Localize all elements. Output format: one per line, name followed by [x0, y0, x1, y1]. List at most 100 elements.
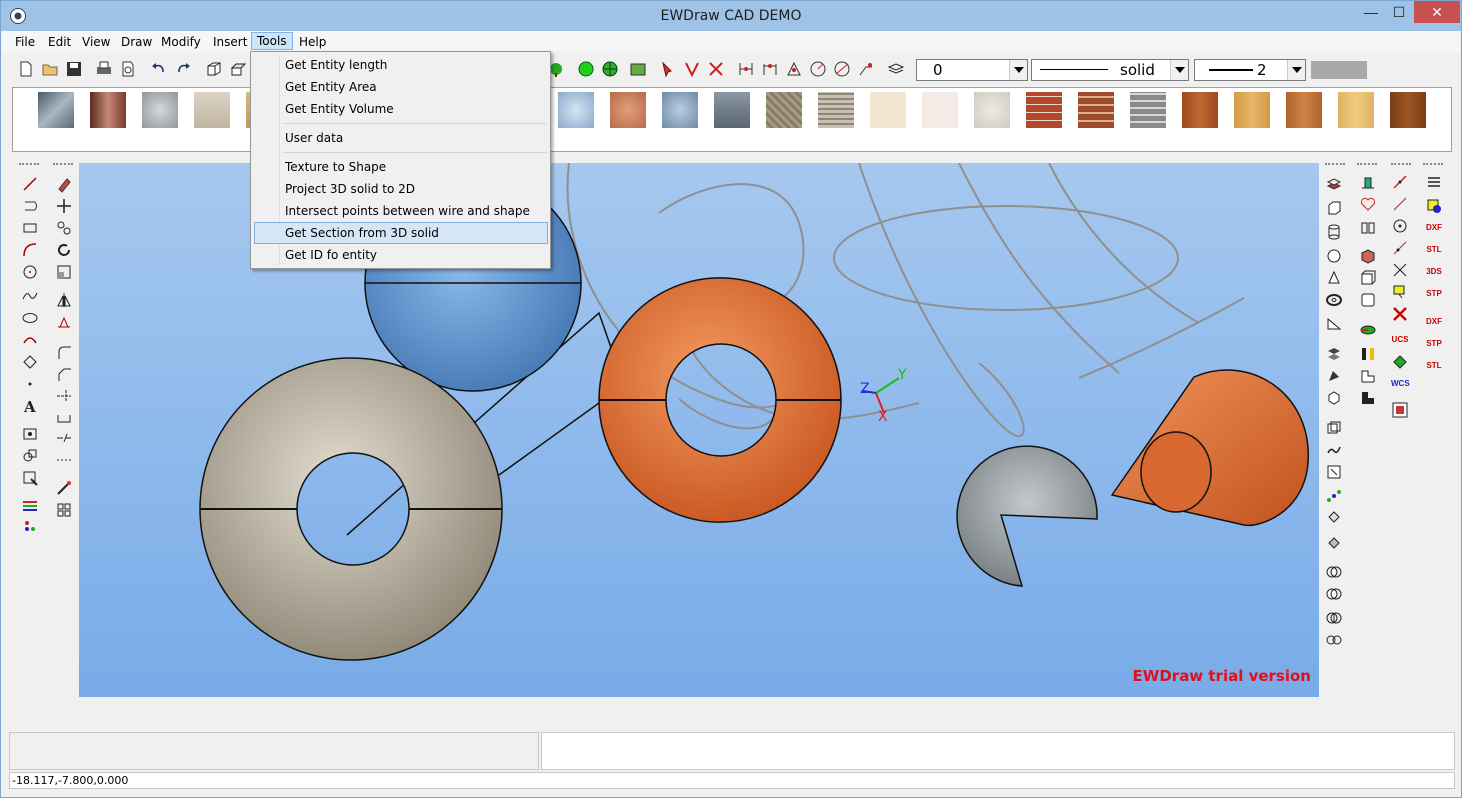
undo-icon[interactable] [150, 60, 168, 78]
array-icon[interactable] [55, 313, 73, 331]
menu-file[interactable]: File [10, 33, 40, 51]
texture-slate[interactable] [662, 92, 698, 128]
path-icon[interactable] [1325, 441, 1343, 459]
menu-item-get-id[interactable]: Get ID fo entity [254, 244, 548, 266]
new-file-icon[interactable] [17, 60, 35, 78]
texture-wood-4[interactable] [1338, 92, 1374, 128]
wcs-icon[interactable]: WCS [1391, 375, 1410, 393]
slice-icon[interactable] [1325, 631, 1343, 649]
polygon-icon[interactable] [21, 353, 39, 371]
edge-select-icon[interactable] [1325, 533, 1343, 551]
move-icon[interactable] [55, 197, 73, 215]
dimension-radius-icon[interactable] [809, 60, 827, 78]
cross-icon[interactable] [1391, 261, 1409, 279]
hatch-icon[interactable] [21, 447, 39, 465]
export-dxf-icon[interactable]: DXF [1425, 219, 1443, 237]
cube-outline-icon[interactable] [1359, 269, 1377, 287]
rotate-icon[interactable] [55, 241, 73, 259]
copy-icon[interactable] [55, 219, 73, 237]
texture-beige[interactable] [870, 92, 906, 128]
sweep-icon[interactable] [1325, 367, 1343, 385]
chevron-down-icon[interactable] [1170, 60, 1188, 80]
section-icon[interactable] [1359, 345, 1377, 363]
menu-tools[interactable]: Tools [251, 32, 293, 50]
leader-icon[interactable] [857, 60, 875, 78]
import-stp-icon[interactable]: STP [1425, 335, 1443, 353]
render-shaded-icon[interactable] [577, 60, 595, 78]
fillet-icon[interactable] [55, 343, 73, 361]
torus-icon[interactable] [1325, 291, 1343, 309]
dimension-linear-icon[interactable] [737, 60, 755, 78]
menu-item-project-3d-to-2d[interactable]: Project 3D solid to 2D [254, 178, 548, 200]
texture-stonewall[interactable] [1130, 92, 1166, 128]
projection-icon[interactable] [1359, 367, 1377, 385]
menu-item-intersect-points[interactable]: Intersect points between wire and shape [254, 200, 548, 222]
minimize-button[interactable]: — [1358, 1, 1384, 23]
toolbar-grip[interactable] [1423, 163, 1443, 165]
extrude-icon[interactable] [229, 60, 247, 78]
export-3ds-icon[interactable]: 3DS [1425, 263, 1443, 281]
texture-marble[interactable] [922, 92, 958, 128]
menu-item-get-section[interactable]: Get Section from 3D solid [254, 222, 548, 244]
material-icon[interactable] [1359, 321, 1377, 339]
delete-icon[interactable] [1391, 305, 1409, 323]
texture-wood-2[interactable] [1234, 92, 1270, 128]
cylinder-icon[interactable] [1325, 223, 1343, 241]
title-bar[interactable]: EWDraw CAD DEMO — ☐ ✕ [1, 1, 1461, 31]
polyline-icon[interactable] [21, 197, 39, 215]
line-3d-icon[interactable] [1391, 173, 1409, 191]
menu-insert[interactable]: Insert [208, 33, 252, 51]
line-icon[interactable] [21, 175, 39, 193]
color-swatch[interactable] [1311, 61, 1367, 79]
texture-plaster[interactable] [974, 92, 1010, 128]
texture-burlap[interactable] [766, 92, 802, 128]
texture-wood-3[interactable] [1286, 92, 1322, 128]
rectangle-icon[interactable] [21, 219, 39, 237]
render-globe-icon[interactable] [601, 60, 619, 78]
chain-icon[interactable] [1325, 487, 1343, 505]
snap-endpoint-icon[interactable] [683, 60, 701, 78]
ucs-face-icon[interactable] [1391, 353, 1409, 371]
layers-icon[interactable] [887, 60, 905, 78]
texture-brick-2[interactable] [1078, 92, 1114, 128]
texture-brick[interactable] [1026, 92, 1062, 128]
toolbar-grip[interactable] [1357, 163, 1377, 165]
spline-icon[interactable] [21, 287, 39, 305]
face-select-icon[interactable] [1325, 509, 1343, 527]
command-panel[interactable] [541, 732, 1455, 770]
subtract-icon[interactable] [1325, 585, 1343, 603]
chevron-down-icon[interactable] [1009, 60, 1027, 80]
shell-icon[interactable] [1325, 419, 1343, 437]
elliptical-arc-icon[interactable] [21, 331, 39, 349]
break-icon[interactable] [55, 429, 73, 447]
union-icon[interactable] [1325, 563, 1343, 581]
lineweight-select[interactable]: 2 [1194, 59, 1306, 81]
maximize-button[interactable]: ☐ [1386, 1, 1412, 23]
ray-icon[interactable] [1391, 195, 1409, 213]
color-dots-icon[interactable] [21, 517, 39, 535]
color-lines-icon[interactable] [21, 497, 39, 515]
import-stl-icon[interactable]: STL [1425, 357, 1443, 375]
mirror-icon[interactable] [55, 291, 73, 309]
chevron-down-icon[interactable] [1287, 60, 1305, 80]
helix-icon[interactable] [1391, 239, 1409, 257]
layer-select[interactable]: 0 [916, 59, 1028, 81]
print-preview-icon[interactable] [119, 60, 137, 78]
sphere-icon[interactable] [1325, 247, 1343, 265]
menu-item-user-data[interactable]: User data [254, 127, 548, 149]
save-icon[interactable] [65, 60, 83, 78]
texture-stone[interactable] [714, 92, 750, 128]
texture-terracotta[interactable] [610, 92, 646, 128]
menu-item-get-entity-area[interactable]: Get Entity Area [254, 76, 548, 98]
explode-icon[interactable] [55, 451, 73, 469]
redo-icon[interactable] [174, 60, 192, 78]
point-icon[interactable] [21, 375, 39, 393]
texture-bark[interactable] [818, 92, 854, 128]
dimension-angle-icon[interactable] [785, 60, 803, 78]
texture-map-icon[interactable] [629, 60, 647, 78]
menu-edit[interactable]: Edit [43, 33, 76, 51]
intersect-icon[interactable] [1325, 609, 1343, 627]
select-window-icon[interactable] [21, 469, 39, 487]
snap-intersect-icon[interactable] [707, 60, 725, 78]
menu-view[interactable]: View [77, 33, 115, 51]
